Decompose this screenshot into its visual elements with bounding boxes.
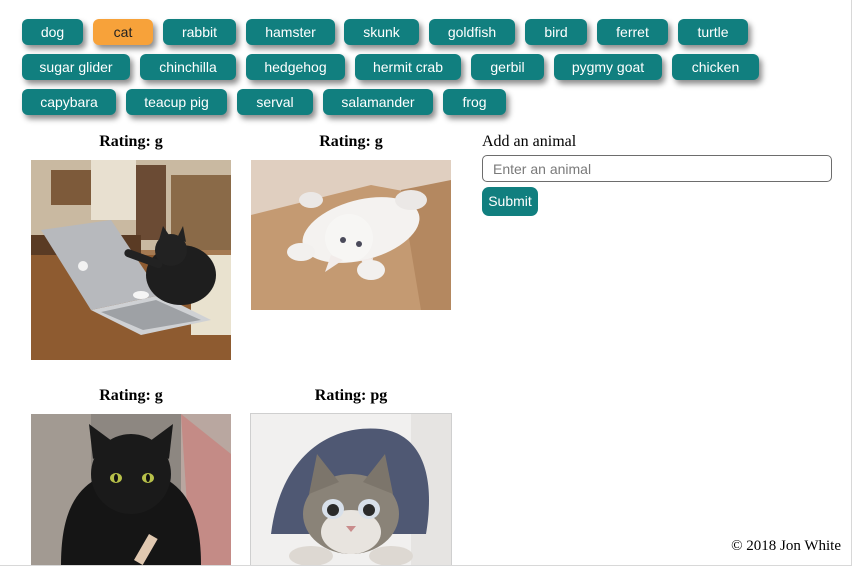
animal-button-skunk[interactable]: skunk (344, 19, 419, 45)
animal-button-goldfish[interactable]: goldfish (429, 19, 515, 45)
animal-button-capybara[interactable]: capybara (22, 89, 116, 115)
animal-button-chinchilla[interactable]: chinchilla (140, 54, 236, 80)
gif-card: Rating: g (251, 133, 451, 310)
cat-on-laptop-image[interactable] (31, 160, 231, 360)
animal-button-bird[interactable]: bird (525, 19, 587, 45)
animal-button-chicken[interactable]: chicken (672, 54, 759, 80)
footer-copyright: © 2018 Jon White (731, 538, 841, 554)
animal-button-hedgehog[interactable]: hedgehog (246, 54, 345, 80)
animal-button-ferret[interactable]: ferret (597, 19, 668, 45)
animal-button-dog[interactable]: dog (22, 19, 83, 45)
animal-button-rabbit[interactable]: rabbit (163, 19, 236, 45)
animal-button-teacup-pig[interactable]: teacup pig (126, 89, 227, 115)
gif-card: Rating: g (31, 387, 231, 565)
animal-button-row: capybara teacup pig serval salamander fr… (0, 89, 851, 115)
animal-button-serval[interactable]: serval (237, 89, 313, 115)
gif-card: Rating: pg (250, 387, 452, 565)
animal-button-sugar-glider[interactable]: sugar glider (22, 54, 130, 80)
gif-rating: Rating: pg (314, 387, 388, 404)
animal-button-hermit-crab[interactable]: hermit crab (355, 54, 461, 80)
add-animal-label: Add an animal (482, 133, 577, 150)
animal-button-salamander[interactable]: salamander (323, 89, 433, 115)
animal-button-gerbil[interactable]: gerbil (471, 54, 544, 80)
animal-button-cat[interactable]: cat (93, 19, 153, 45)
animal-button-row: sugar glider chinchilla hedgehog hermit … (0, 54, 851, 80)
animal-button-row: dog cat rabbit hamster skunk goldfish bi… (0, 19, 851, 45)
submit-button[interactable]: Submit (482, 187, 538, 216)
animal-button-pygmy-goat[interactable]: pygmy goat (554, 54, 662, 80)
animal-button-turtle[interactable]: turtle (678, 19, 748, 45)
tabby-cat-crouching-image[interactable] (250, 413, 452, 565)
animal-input[interactable] (482, 155, 832, 182)
animal-button-frog[interactable]: frog (443, 89, 506, 115)
black-cat-image[interactable] (31, 414, 231, 565)
page: dog cat rabbit hamster skunk goldfish bi… (0, 0, 852, 566)
animal-button-hamster[interactable]: hamster (246, 19, 335, 45)
white-kitten-rolling-image[interactable] (251, 160, 451, 310)
gif-card: Rating: g (31, 133, 231, 360)
gif-rating: Rating: g (99, 387, 163, 404)
gif-rating: Rating: g (319, 133, 383, 150)
gif-rating: Rating: g (99, 133, 163, 150)
